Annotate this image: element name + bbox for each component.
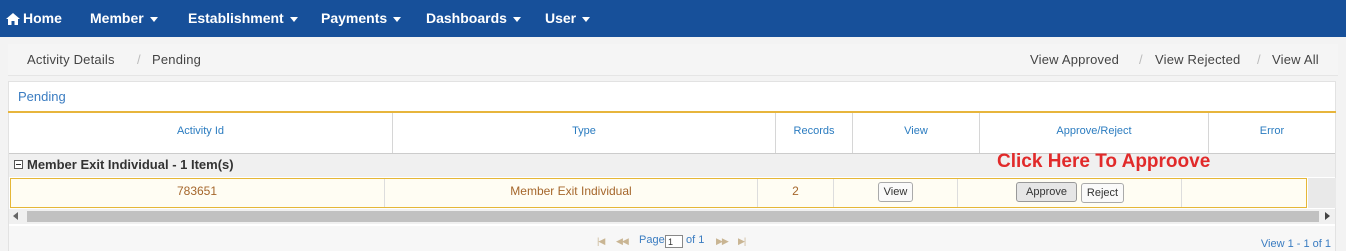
panel-title: Pending bbox=[18, 89, 66, 104]
caret-down-icon bbox=[582, 16, 591, 22]
caret-down-icon bbox=[393, 16, 402, 22]
view-button[interactable]: View bbox=[878, 182, 913, 202]
reject-button[interactable]: Reject bbox=[1081, 183, 1124, 203]
column-header-activity-id[interactable]: Activity Id bbox=[9, 113, 393, 154]
nav-payments-label: Payments bbox=[321, 10, 388, 26]
column-header-view[interactable]: View bbox=[853, 113, 980, 154]
caret-down-icon bbox=[512, 16, 521, 22]
link-separator: / bbox=[1139, 52, 1143, 67]
next-page-icon[interactable]: ▶▶ bbox=[716, 236, 729, 247]
first-page-icon[interactable]: |◀ bbox=[597, 236, 605, 247]
approve-button[interactable]: Approve bbox=[1016, 182, 1077, 202]
caret-down-icon bbox=[149, 16, 158, 22]
row-filler bbox=[1308, 178, 1336, 208]
nav-establishment-label: Establishment bbox=[188, 10, 284, 26]
column-header-error[interactable]: Error bbox=[1209, 113, 1335, 154]
link-separator: / bbox=[1257, 52, 1261, 67]
nav-dashboards[interactable]: Dashboards bbox=[426, 0, 521, 37]
scroll-right-icon[interactable] bbox=[1325, 212, 1330, 220]
view-approved-link[interactable]: View Approved bbox=[1030, 52, 1119, 67]
group-label: Member Exit Individual - 1 Item(s) bbox=[27, 157, 234, 172]
column-header-records[interactable]: Records bbox=[776, 113, 853, 154]
cell-separator bbox=[833, 179, 834, 207]
breadcrumb-pending: Pending bbox=[152, 52, 202, 67]
cell-type: Member Exit Individual bbox=[510, 184, 632, 198]
records-info: View 1 - 1 of 1 bbox=[1260, 238, 1331, 250]
last-page-icon[interactable]: ▶| bbox=[738, 236, 746, 247]
nav-establishment[interactable]: Establishment bbox=[188, 0, 298, 37]
breadcrumb-activity-details[interactable]: Activity Details bbox=[27, 52, 115, 67]
cell-error bbox=[1182, 178, 1306, 208]
prev-page-icon[interactable]: ◀◀ bbox=[616, 236, 629, 247]
nav-payments[interactable]: Payments bbox=[321, 0, 402, 37]
cell-activity-id: 783651 bbox=[176, 184, 218, 198]
scrollbar-thumb[interactable] bbox=[27, 211, 1319, 222]
cell-separator bbox=[957, 179, 958, 207]
view-all-link[interactable]: View All bbox=[1272, 52, 1319, 67]
page-number-input[interactable] bbox=[665, 235, 683, 248]
nav-user[interactable]: User bbox=[545, 0, 591, 37]
nav-home-label: Home bbox=[23, 10, 62, 26]
nav-member[interactable]: Member bbox=[90, 0, 158, 37]
nav-dashboards-label: Dashboards bbox=[426, 10, 507, 26]
column-header-type[interactable]: Type bbox=[393, 113, 776, 154]
column-header-approve-reject[interactable]: Approve/Reject bbox=[980, 113, 1209, 154]
nav-member-label: Member bbox=[90, 10, 144, 26]
scroll-left-icon[interactable] bbox=[13, 212, 18, 220]
page-count-label: of 1 bbox=[686, 234, 705, 246]
home-icon bbox=[6, 2, 20, 39]
collapse-minus-icon[interactable] bbox=[14, 160, 23, 169]
view-rejected-link[interactable]: View Rejected bbox=[1155, 52, 1240, 67]
page-label: Page bbox=[639, 234, 665, 246]
cell-records: 2 bbox=[792, 184, 799, 198]
caret-down-icon bbox=[289, 16, 298, 22]
nav-user-label: User bbox=[545, 10, 577, 26]
approve-annotation: Click Here To Approove bbox=[997, 151, 1211, 172]
nav-home[interactable]: Home bbox=[6, 0, 62, 37]
breadcrumb-separator: / bbox=[137, 52, 141, 67]
